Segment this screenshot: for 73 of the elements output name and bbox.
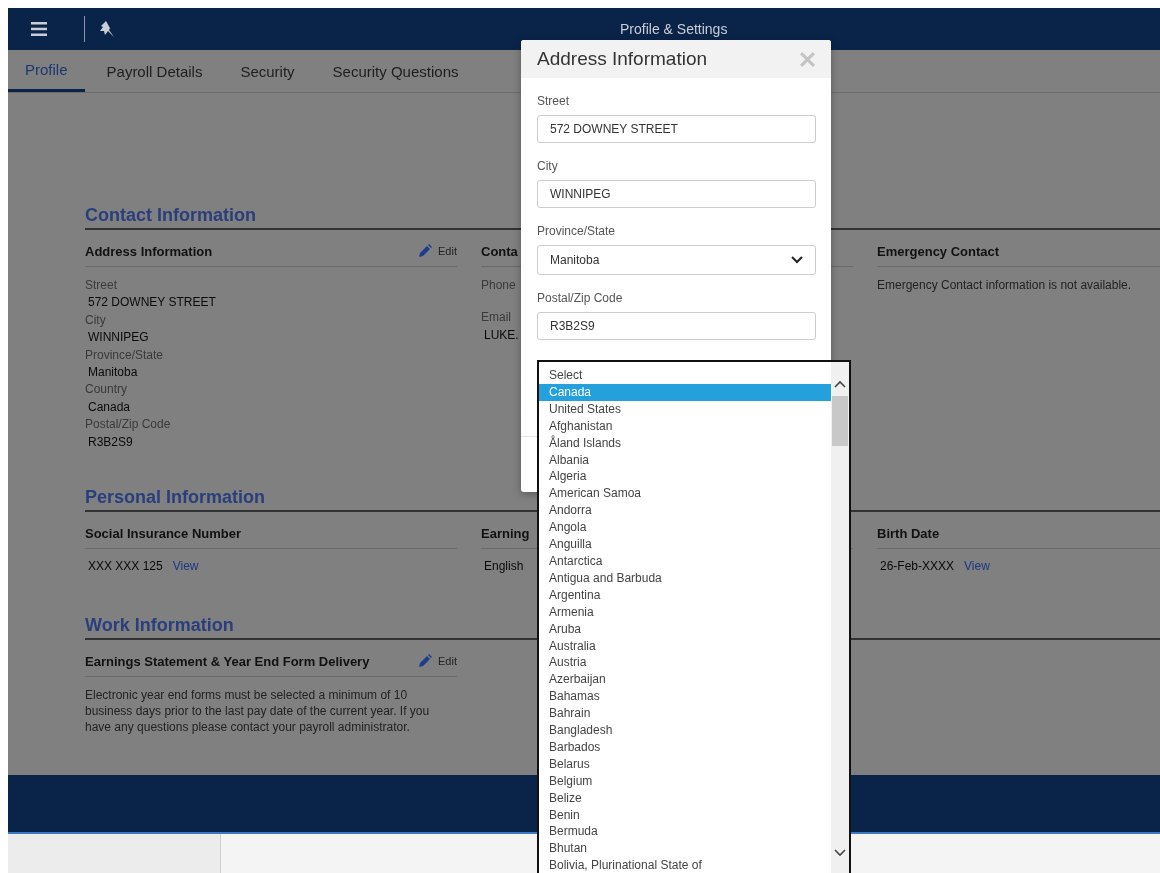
list-option[interactable]: Azerbaijan [539, 671, 831, 689]
input-field[interactable]: R3B2S9 [537, 312, 816, 340]
list-option[interactable]: Belize [539, 789, 831, 807]
list-option[interactable]: United States [539, 400, 831, 418]
pencil-icon [418, 654, 433, 669]
field-value: 572 DOWNEY STREET [87, 294, 216, 312]
list-option[interactable]: Bhutan [539, 840, 831, 858]
list-option[interactable]: Belgium [539, 772, 831, 790]
list-option[interactable]: American Samoa [539, 485, 831, 503]
column-heading: Birth Date [877, 525, 940, 541]
info-text: Emergency Contact information is not available. [877, 277, 1133, 293]
list-option[interactable]: Bahamas [539, 688, 831, 706]
list-option[interactable]: Bangladesh [539, 722, 831, 739]
edit-button[interactable]: Edit [418, 244, 457, 258]
select-field[interactable]: Manitoba [537, 245, 816, 275]
field-value: Canada [87, 398, 131, 416]
field-label: City [537, 159, 559, 173]
info-text: Electronic year end forms must be selected a minimum of 10 business days prior to the last pay date of the current year. If you have any questions please contact your payroll administrator. [85, 687, 431, 736]
column-heading: Earnings Statement & Year End Form Delivery [85, 653, 370, 669]
scroll-up-icon[interactable] [834, 380, 846, 388]
field-label: Postal/Zip Code [85, 416, 171, 434]
field-label: Email [481, 309, 511, 327]
list-option[interactable]: Anguilla [539, 536, 831, 553]
field-label: Postal/Zip Code [537, 291, 624, 305]
input-field[interactable]: WINNIPEG [537, 180, 816, 208]
list-option[interactable]: Belarus [539, 755, 831, 773]
column-heading: Earning [481, 525, 530, 541]
field-label: Street [85, 277, 117, 294]
field-label: City [85, 311, 106, 329]
tab[interactable]: Payroll Details [90, 50, 219, 92]
field-value: XXX XXX 125 [87, 559, 163, 574]
list-option[interactable]: Algeria [539, 468, 831, 486]
field-value: WINNIPEG [87, 329, 149, 347]
list-option[interactable]: Åland Islands [539, 434, 831, 452]
list-option[interactable]: Benin [539, 806, 831, 824]
list-option[interactable]: Barbados [539, 738, 831, 756]
scroll-thumb[interactable] [832, 396, 848, 446]
scroll-down-icon[interactable] [834, 849, 846, 857]
edit-button[interactable]: Edit [418, 654, 457, 669]
page-title: Profile & Settings [620, 21, 728, 37]
field-label: Province/State [85, 346, 164, 364]
list-option[interactable]: Antigua and Barbuda [539, 569, 831, 587]
list-option[interactable]: Select [539, 367, 831, 384]
field-value: LUKE. [483, 326, 519, 344]
field-value: Manitoba [87, 364, 138, 382]
chevron-down-icon [791, 256, 803, 264]
tab[interactable]: Security Questions [316, 50, 475, 92]
dialog-title: Address Information [537, 48, 708, 70]
list-option[interactable]: Angola [539, 519, 831, 537]
list-option[interactable]: Bahrain [539, 705, 831, 723]
column-heading: Social Insurance Number [85, 525, 242, 541]
input-field[interactable]: 572 DOWNEY STREET [537, 115, 816, 143]
list-option[interactable]: Argentina [539, 586, 831, 604]
list-option[interactable]: Austria [539, 654, 831, 672]
list-option[interactable]: Albania [539, 451, 831, 469]
column-heading: Conta [481, 243, 518, 259]
field-label: Country [85, 381, 128, 399]
column-heading: Emergency Contact [877, 243, 1000, 259]
menu-icon[interactable] [31, 22, 47, 36]
pencil-icon [418, 244, 433, 258]
field-label: Street [537, 94, 570, 108]
list-option[interactable]: Antarctica [539, 552, 831, 570]
list-option[interactable]: Bermuda [539, 823, 831, 841]
column-heading: Address Information [85, 243, 213, 259]
list-option[interactable]: Afghanistan [539, 417, 831, 435]
list-option[interactable]: Bolivia, Plurinational State of [539, 857, 831, 873]
list-option[interactable]: Aruba [539, 620, 831, 638]
field-label: Phone [481, 277, 516, 294]
tab[interactable]: Security [224, 50, 311, 92]
field-value: English [483, 559, 524, 574]
field-value: 26-Feb-XXXX [879, 559, 955, 574]
field-value: R3B2S9 [87, 433, 133, 451]
country-list[interactable] [537, 360, 851, 873]
